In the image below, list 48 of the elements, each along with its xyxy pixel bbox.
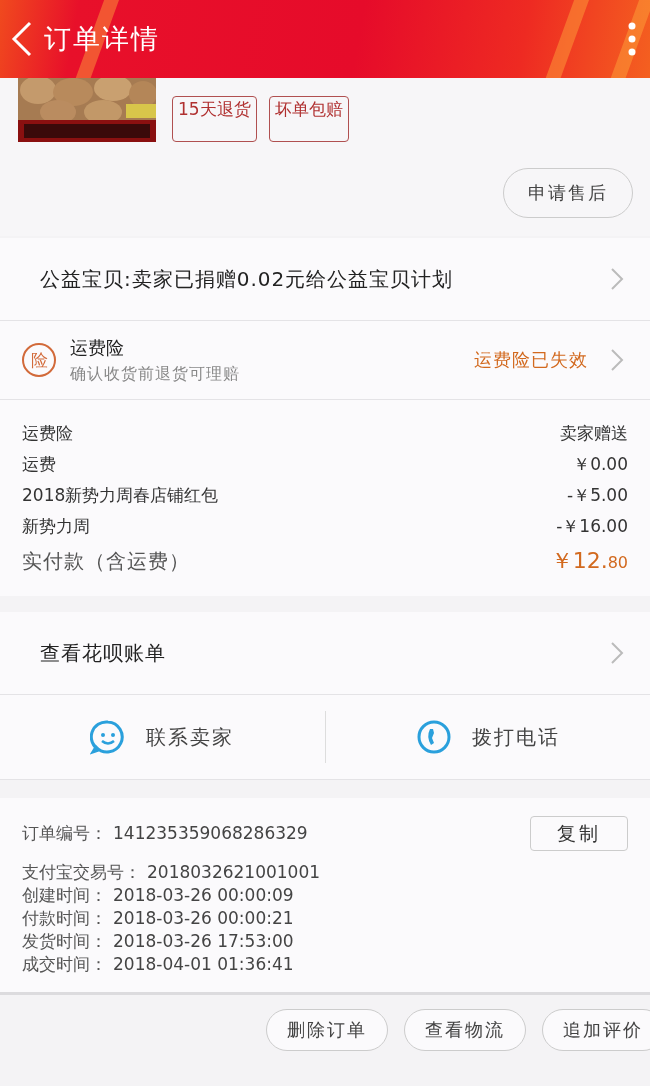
charity-row[interactable]: 公益宝贝:卖家已捐赠0.02元给公益宝贝计划 (0, 238, 650, 321)
fee-label: 新势力周 (22, 515, 90, 538)
policy-tag: 坏单包赔 (268, 96, 349, 142)
bill-link-text: 查看花呗账单 (40, 639, 167, 667)
info-value: 2018-03-26 17:53:00 (113, 930, 295, 953)
policy-tag: 15天退货 (172, 96, 257, 142)
info-value: 2018-04-01 01:36:41 (113, 953, 295, 976)
info-value: 2018-03-26 00:00:09 (113, 884, 295, 907)
info-value: 141235359068286329 (113, 822, 309, 845)
charity-text: 公益宝贝:卖家已捐赠0.02元给公益宝贝计划 (40, 265, 455, 293)
fee-value: -￥16.00 (556, 515, 628, 538)
insurance-badge: 险 (22, 343, 56, 377)
info-label: 付款时间： (22, 907, 107, 930)
info-label: 成交时间： (22, 953, 107, 976)
fee-label: 运费 (22, 453, 56, 476)
copy-button[interactable]: 复制 (530, 816, 628, 851)
info-label: 订单编号： (22, 822, 107, 845)
info-label: 创建时间： (22, 884, 107, 907)
after-sale-button[interactable]: 申请售后 (503, 168, 633, 218)
order-action-button[interactable]: 查看物流 (404, 1009, 526, 1051)
back-icon[interactable] (10, 21, 34, 57)
order-action-button[interactable]: 追加评价 (542, 1009, 650, 1051)
phone-icon (415, 719, 452, 755)
page-title: 订单详情 (44, 22, 161, 56)
fee-label: 运费险 (22, 422, 73, 445)
chevron-right-icon (610, 267, 624, 291)
info-value: 2018-03-26 00:00:21 (113, 907, 295, 930)
info-label: 发货时间： (22, 930, 107, 953)
chat-bubble-icon (90, 719, 127, 755)
fee-value: -￥5.00 (567, 484, 628, 507)
call-button[interactable]: 拨打电话 (325, 719, 650, 755)
contact-seller-button[interactable]: 联系卖家 (0, 719, 325, 755)
fee-label: 2018新势力周春店铺红包 (22, 484, 219, 507)
order-action-button[interactable]: 删除订单 (266, 1009, 388, 1051)
chevron-right-icon (610, 641, 624, 665)
more-icon[interactable] (628, 22, 636, 56)
insurance-title: 运费险 (70, 335, 125, 360)
fee-value: ￥0.00 (573, 453, 628, 476)
total-amount: ￥12.80 (550, 547, 628, 575)
bill-row[interactable]: 查看花呗账单 (0, 612, 650, 695)
fee-value: 卖家赠送 (560, 422, 628, 445)
total-label: 实付款（含运费） (22, 548, 190, 575)
info-value: 2018032621001001 (147, 861, 322, 884)
insurance-subtitle: 确认收货前退货可理赔 (70, 363, 241, 385)
info-label: 支付宝交易号： (22, 861, 141, 884)
chevron-right-icon (610, 348, 624, 372)
insurance-status: 运费险已失效 (474, 348, 588, 372)
insurance-row[interactable]: 险 运费险 确认收货前退货可理赔 运费险已失效 (0, 321, 650, 400)
